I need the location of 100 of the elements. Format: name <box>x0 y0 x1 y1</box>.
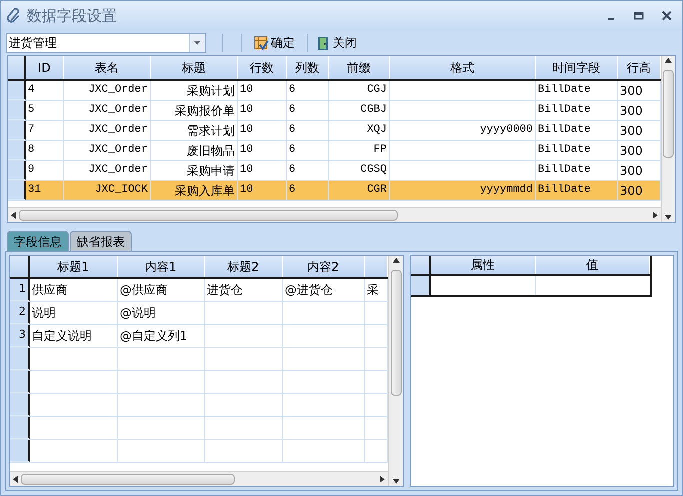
table-cell-text: CGR <box>367 183 387 198</box>
row-header[interactable] <box>411 276 431 295</box>
scroll-thumb[interactable] <box>390 270 402 396</box>
row-header[interactable] <box>10 371 30 393</box>
column-header[interactable]: 前缀 <box>329 56 390 79</box>
scroll-up-icon[interactable] <box>392 258 400 263</box>
column-header[interactable]: 内容2 <box>308 258 340 276</box>
scroll-thumb[interactable] <box>663 70 674 158</box>
table-row[interactable]: 7 JXC_Order 需求计划 10 6 XQJ yyyy0000 BillDate 300 <box>8 121 661 141</box>
row-header[interactable] <box>8 161 26 180</box>
table-cell-text: 31 <box>28 183 42 198</box>
column-header[interactable]: 标题1 <box>58 258 90 276</box>
table-row[interactable]: 4 JXC_Order 采购计划 10 6 CGJ BillDate 300 <box>8 81 661 101</box>
table-cell-text: FP <box>374 143 387 158</box>
scroll-down-icon[interactable] <box>665 215 672 220</box>
module-select[interactable]: 进货管理 <box>6 33 206 53</box>
table-cell-text: 6 <box>289 83 296 98</box>
confirm-button[interactable]: 确定 <box>252 34 297 52</box>
scroll-thumb[interactable] <box>21 474 235 484</box>
tab[interactable]: 字段信息 <box>7 231 69 251</box>
row-header[interactable]: 1 <box>10 279 30 301</box>
table-cell-text: 6 <box>289 123 296 138</box>
row-header[interactable] <box>8 181 26 200</box>
table-cell-text: BillDate <box>538 163 591 178</box>
column-header[interactable]: 时间字段 <box>536 56 618 79</box>
row-header[interactable] <box>10 417 30 439</box>
table-row[interactable]: 5 JXC_Order 采购报价单 10 6 CGBJ BillDate 300 <box>8 101 661 121</box>
table-cell-text: @进货仓 <box>285 282 333 299</box>
row-header[interactable]: 2 <box>10 302 30 324</box>
table-cell-text: CGJ <box>367 83 387 98</box>
row-header[interactable] <box>10 348 30 370</box>
close-button[interactable]: 关闭 <box>314 34 359 52</box>
row-header[interactable] <box>8 81 26 100</box>
column-header[interactable]: 内容1 <box>145 258 177 276</box>
scroll-left-icon[interactable] <box>13 476 18 482</box>
scroll-left-icon[interactable] <box>11 212 16 218</box>
horizontal-scrollbar[interactable] <box>10 471 388 486</box>
table-cell-text: BillDate <box>538 103 591 118</box>
table-row[interactable]: 31 JXC_IOCK 采购入库单 10 6 CGR yyyymmdd BillDate 300 <box>8 181 661 201</box>
table-cell-text: 供应商 <box>32 282 68 299</box>
tab[interactable]: 缺省报表 <box>70 231 132 251</box>
horizontal-scrollbar[interactable] <box>8 207 661 222</box>
scroll-right-icon[interactable] <box>380 476 385 482</box>
table-cell-text: 自定义说明 <box>32 328 92 345</box>
table-cell-text: JXC_Order <box>88 163 148 178</box>
table-cell-text: XQJ <box>367 123 387 138</box>
table-row[interactable]: 8 JXC_Order 废旧物品 10 6 FP BillDate 300 <box>8 141 661 161</box>
table-cell-text: BillDate <box>538 83 591 98</box>
column-header[interactable]: 行数 <box>238 56 287 79</box>
dropdown-arrow-icon[interactable] <box>194 41 201 45</box>
row-header[interactable] <box>8 101 26 120</box>
door-icon <box>316 36 331 50</box>
column-header[interactable]: 表名 <box>64 56 151 79</box>
column-header[interactable]: ID <box>26 56 64 79</box>
scroll-thumb[interactable] <box>19 210 398 220</box>
table-cell-text: @自定义列1 <box>120 328 188 345</box>
table-cell-text: JXC_Order <box>88 103 148 118</box>
table-cell-text: 采购申请 <box>187 162 235 180</box>
table-cell-text: 进货仓 <box>207 282 243 299</box>
checked-table-icon <box>254 36 269 50</box>
table-cell-text: 10 <box>240 143 254 158</box>
table-cell-text: 9 <box>28 163 35 178</box>
table-cell-text: 10 <box>240 183 254 198</box>
table-cell-text: 6 <box>289 163 296 178</box>
vertical-scrollbar[interactable] <box>388 256 403 486</box>
column-header[interactable]: 标题2 <box>228 258 260 276</box>
row-header[interactable] <box>10 440 30 462</box>
table-row[interactable]: 9 JXC_Order 采购申请 10 6 CGSQ BillDate 300 <box>8 161 661 181</box>
column-header[interactable]: 列数 <box>287 56 329 79</box>
table-cell-text: 6 <box>289 183 296 198</box>
window-title: 数据字段设置 <box>27 6 117 27</box>
scroll-up-icon[interactable] <box>665 58 672 63</box>
table-cell-text: 300 <box>620 102 643 120</box>
row-header[interactable] <box>10 394 30 416</box>
table-cell-text: 需求计划 <box>187 122 235 140</box>
table-cell-text: 采购入库单 <box>175 182 235 200</box>
row-header[interactable] <box>8 141 26 160</box>
scroll-down-icon[interactable] <box>392 479 400 484</box>
table-cell-text: CGSQ <box>360 163 387 178</box>
scroll-right-icon[interactable] <box>653 212 658 218</box>
table-cell-text: 8 <box>28 143 35 158</box>
row-header[interactable]: 3 <box>10 325 30 347</box>
table-cell-text: 废旧物品 <box>187 142 235 160</box>
close-icon[interactable] <box>662 11 672 21</box>
vertical-scrollbar[interactable] <box>661 56 675 222</box>
table-cell-text: JXC_Order <box>88 83 148 98</box>
row-header[interactable] <box>8 121 26 140</box>
maximize-icon[interactable] <box>634 11 644 21</box>
table-cell-text: 300 <box>620 182 643 200</box>
table-cell-text: JXC_Order <box>88 143 148 158</box>
table-cell-text: BillDate <box>538 183 591 198</box>
table-cell-text: 300 <box>620 142 643 160</box>
table-cell-text: 6 <box>289 103 296 118</box>
column-header[interactable]: 标题 <box>151 56 238 79</box>
column-header[interactable]: 格式 <box>390 56 536 79</box>
table-cell-text: JXC_IOCK <box>95 183 148 198</box>
column-header[interactable]: 属性 <box>431 256 536 274</box>
table-cell-text: @说明 <box>120 305 156 322</box>
column-header[interactable]: 值 <box>536 256 650 274</box>
table-cell-text: BillDate <box>538 143 591 158</box>
